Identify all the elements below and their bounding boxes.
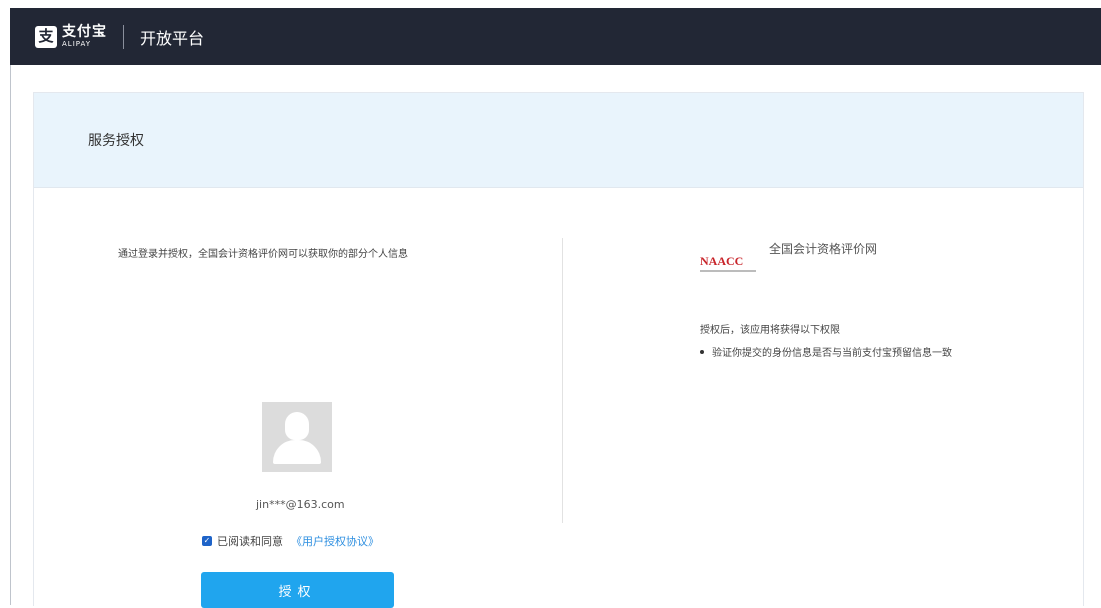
avatar-head-icon [285, 412, 309, 440]
platform-title[interactable]: 开放平台 [140, 25, 204, 49]
agree-text: 已阅读和同意 [217, 535, 283, 548]
column-divider [562, 238, 563, 523]
permission-text: 验证你提交的身份信息是否与当前支付宝预留信息一致 [712, 348, 952, 359]
app-name: 全国会计资格评价网 [769, 242, 878, 256]
account-email: jin***@163.com [256, 498, 345, 511]
permission-item: 验证你提交的身份信息是否与当前支付宝预留信息一致 [700, 344, 952, 359]
avatar-body-icon [273, 440, 321, 464]
naacc-logo-underline [700, 270, 756, 272]
permission-heading: 授权后，该应用将获得以下权限 [700, 325, 840, 336]
authorize-button[interactable]: 授权 [201, 572, 394, 608]
logo-en-text: ALIPAY [62, 40, 92, 48]
agree-checkbox[interactable]: ✓ [202, 536, 212, 546]
avatar [262, 402, 332, 472]
alipay-logo[interactable]: 支付宝 ALIPAY [62, 25, 107, 48]
authorization-card: 服务授权 通过登录并授权，全国会计资格评价网可以获取你的部分个人信息 jin**… [33, 92, 1084, 608]
bullet-icon [700, 349, 704, 354]
agreement-link[interactable]: 《用户授权协议》 [291, 533, 379, 549]
card-title: 服务授权 [88, 133, 144, 149]
top-navbar: 支 支付宝 ALIPAY 开放平台 [10, 8, 1101, 65]
naacc-logo: NAACC [700, 254, 744, 268]
card-header: 服务授权 [34, 93, 1083, 188]
intro-text: 通过登录并授权，全国会计资格评价网可以获取你的部分个人信息 [118, 249, 408, 260]
agreement-row: ✓ 已阅读和同意 《用户授权协议》 [202, 533, 379, 549]
page-left-border [10, 65, 11, 605]
logo-cn-text: 支付宝 [62, 24, 107, 40]
alipay-logo-icon[interactable]: 支 [35, 25, 57, 48]
navbar-divider [123, 24, 124, 49]
